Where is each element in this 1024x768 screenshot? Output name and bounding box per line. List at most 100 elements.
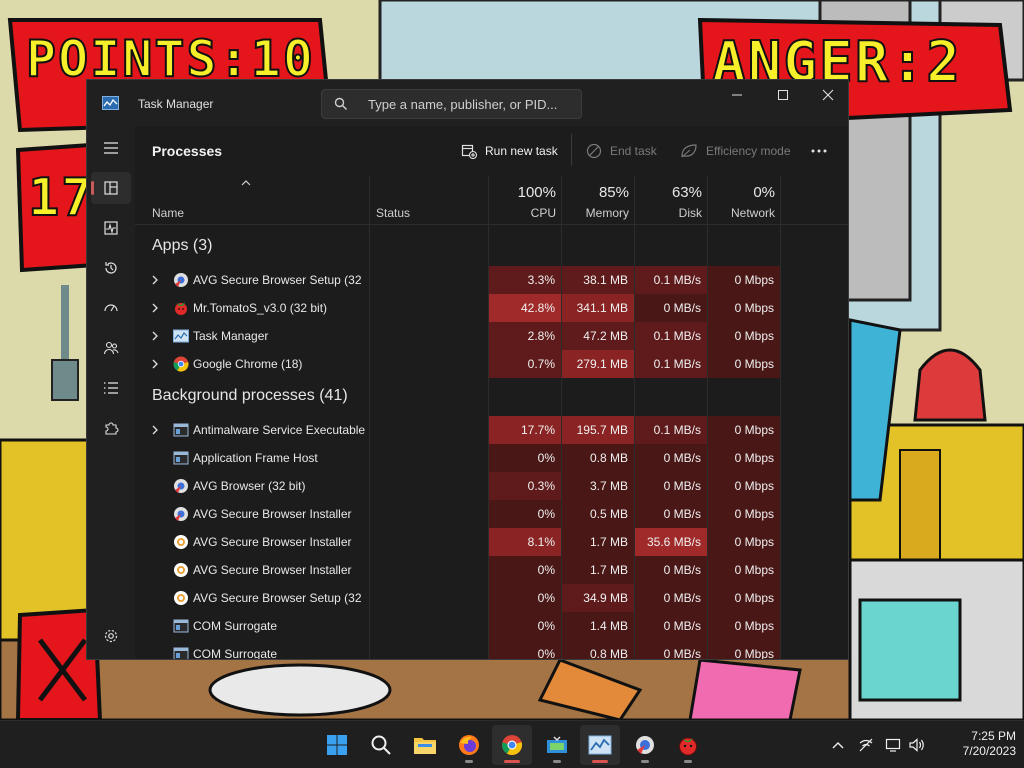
process-row[interactable]: AVG Secure Browser Setup (32 ... 3.3% 38.1… bbox=[135, 266, 835, 294]
disk-value: 0.1 MB/s bbox=[635, 322, 707, 350]
disk-value: 0 MB/s bbox=[635, 556, 707, 584]
network-value: 0 Mbps bbox=[708, 444, 780, 472]
end-task-button[interactable]: End task bbox=[586, 140, 657, 162]
tray-notification-button[interactable] bbox=[851, 737, 881, 753]
cpu-value: 2.8% bbox=[489, 322, 561, 350]
chevron-right-icon[interactable] bbox=[150, 303, 160, 313]
cpu-value: 0% bbox=[489, 556, 561, 584]
process-row[interactable]: AVG Secure Browser Installer 0% 1.7 MB 0 MB… bbox=[135, 556, 835, 584]
column-status-label: Status bbox=[376, 206, 411, 220]
gear-icon bbox=[104, 629, 118, 643]
close-button[interactable] bbox=[805, 80, 848, 110]
disk-value: 0 MB/s bbox=[635, 640, 707, 659]
process-row[interactable]: COM Surrogate 0% 0.8 MB 0 MB/s 0 Mbps bbox=[135, 640, 835, 659]
tomato-icon bbox=[679, 737, 697, 756]
taskbar-avg-browser[interactable] bbox=[625, 725, 665, 765]
nav-app-history[interactable] bbox=[91, 252, 131, 284]
taskbar-search-button[interactable] bbox=[361, 725, 401, 765]
run-task-icon bbox=[461, 144, 477, 159]
cpu-value: 0.3% bbox=[489, 472, 561, 500]
chevron-right-icon[interactable] bbox=[150, 275, 160, 285]
network-value: 0 Mbps bbox=[708, 472, 780, 500]
avg-setup-icon bbox=[174, 563, 188, 577]
taskbar-file-explorer[interactable] bbox=[405, 725, 445, 765]
run-new-task-button[interactable]: Run new task bbox=[461, 140, 558, 162]
nav-settings[interactable] bbox=[91, 620, 131, 652]
tray-network-button[interactable] bbox=[881, 737, 905, 753]
disk-value: 0.1 MB/s bbox=[635, 416, 707, 444]
cpu-value: 0% bbox=[489, 500, 561, 528]
nav-users[interactable] bbox=[91, 332, 131, 364]
avg-browser-icon bbox=[174, 507, 188, 521]
search-input[interactable] bbox=[368, 95, 573, 113]
taskbar-start-button[interactable] bbox=[317, 725, 357, 765]
column-memory[interactable]: 85% Memory bbox=[562, 176, 635, 224]
network-value: 0 Mbps bbox=[708, 322, 780, 350]
process-row[interactable]: AVG Browser (32 bit) 0.3% 3.7 MB 0 MB/s 0 Mb… bbox=[135, 472, 835, 500]
hamburger-menu-button[interactable] bbox=[91, 132, 131, 164]
task-manager-icon bbox=[588, 735, 612, 755]
column-name[interactable]: Name bbox=[135, 176, 368, 224]
column-cpu-label: CPU bbox=[530, 206, 556, 220]
process-row[interactable]: Antimalware Service Executable 17.7% 195.7… bbox=[135, 416, 835, 444]
process-row[interactable]: AVG Secure Browser Installer 8.1% 1.7 MB 35… bbox=[135, 528, 835, 556]
maximize-button[interactable] bbox=[760, 80, 806, 110]
network-value: 0 Mbps bbox=[708, 640, 780, 659]
taskbar-firefox[interactable] bbox=[449, 725, 489, 765]
process-row[interactable]: Google Chrome (18) 0.7% 279.1 MB 0.1 MB/s 0 … bbox=[135, 350, 835, 378]
task-manager-icon bbox=[102, 96, 119, 110]
search-box[interactable] bbox=[321, 89, 582, 119]
tray-volume-button[interactable] bbox=[905, 737, 929, 753]
chevron-right-icon[interactable] bbox=[150, 425, 160, 435]
chevron-right-icon[interactable] bbox=[150, 331, 160, 341]
hamburger-icon bbox=[104, 142, 118, 154]
running-indicator bbox=[592, 760, 608, 763]
nav-startup-apps[interactable] bbox=[91, 292, 131, 324]
column-status[interactable]: Status bbox=[359, 176, 479, 224]
process-row[interactable]: AVG Secure Browser Installer 0% 0.5 MB 0 MB… bbox=[135, 500, 835, 528]
process-row[interactable]: Mr.TomatoS_v3.0 (32 bit) 42.8% 341.1 MB 0 M… bbox=[135, 294, 835, 322]
chrome-icon bbox=[502, 735, 523, 755]
process-row[interactable]: AVG Secure Browser Setup (32 ... 0% 34.9 M… bbox=[135, 584, 835, 612]
column-cpu[interactable]: 100% CPU bbox=[489, 176, 562, 224]
taskbar-tomato-game[interactable] bbox=[668, 725, 708, 765]
taskbar-app[interactable] bbox=[537, 725, 577, 765]
memory-value: 195.7 MB bbox=[562, 416, 634, 444]
nav-performance[interactable] bbox=[91, 212, 131, 244]
memory-value: 1.7 MB bbox=[562, 556, 634, 584]
leaf-icon bbox=[681, 144, 697, 158]
more-options-button[interactable] bbox=[811, 140, 835, 162]
process-row[interactable]: COM Surrogate 0% 1.4 MB 0 MB/s 0 Mbps bbox=[135, 612, 835, 640]
windows-start-icon bbox=[327, 735, 347, 755]
search-icon bbox=[371, 735, 391, 755]
memory-value: 0.8 MB bbox=[562, 640, 634, 659]
toolbar-separator bbox=[571, 134, 572, 166]
nav-services[interactable] bbox=[91, 412, 131, 444]
column-disk-label: Disk bbox=[678, 206, 702, 220]
column-network[interactable]: 0% Network bbox=[708, 176, 781, 224]
service-icon bbox=[173, 647, 189, 659]
tray-overflow-button[interactable] bbox=[825, 741, 851, 749]
process-list: Apps (3) Background processes (41) AVG S… bbox=[135, 226, 835, 659]
taskbar-chrome[interactable] bbox=[492, 725, 532, 765]
users-icon bbox=[103, 341, 119, 355]
disk-total: 63% bbox=[671, 184, 702, 201]
process-name: AVG Secure Browser Setup (32 ... bbox=[193, 273, 365, 287]
process-name: AVG Secure Browser Installer bbox=[193, 535, 352, 549]
cpu-value: 3.3% bbox=[489, 266, 561, 294]
minimize-button[interactable] bbox=[714, 80, 760, 110]
chevron-up-icon bbox=[832, 742, 844, 749]
process-row[interactable]: Application Frame Host 0% 0.8 MB 0 MB/s 0 Mb… bbox=[135, 444, 835, 472]
app-icon bbox=[547, 736, 567, 753]
column-disk[interactable]: 63% Disk bbox=[635, 176, 708, 224]
cpu-value: 0% bbox=[489, 612, 561, 640]
taskbar-task-manager[interactable] bbox=[580, 725, 620, 765]
nav-processes[interactable] bbox=[91, 172, 131, 204]
efficiency-mode-button[interactable]: Efficiency mode bbox=[680, 140, 791, 162]
chevron-right-icon[interactable] bbox=[150, 359, 160, 369]
service-icon bbox=[173, 619, 189, 633]
nav-details[interactable] bbox=[91, 372, 131, 404]
title-bar[interactable]: Task Manager bbox=[87, 80, 848, 126]
taskbar-clock[interactable]: 7:25 PM 7/20/2023 bbox=[944, 729, 1016, 759]
process-row[interactable]: Task Manager 2.8% 47.2 MB 0.1 MB/s 0 Mbps bbox=[135, 322, 835, 350]
